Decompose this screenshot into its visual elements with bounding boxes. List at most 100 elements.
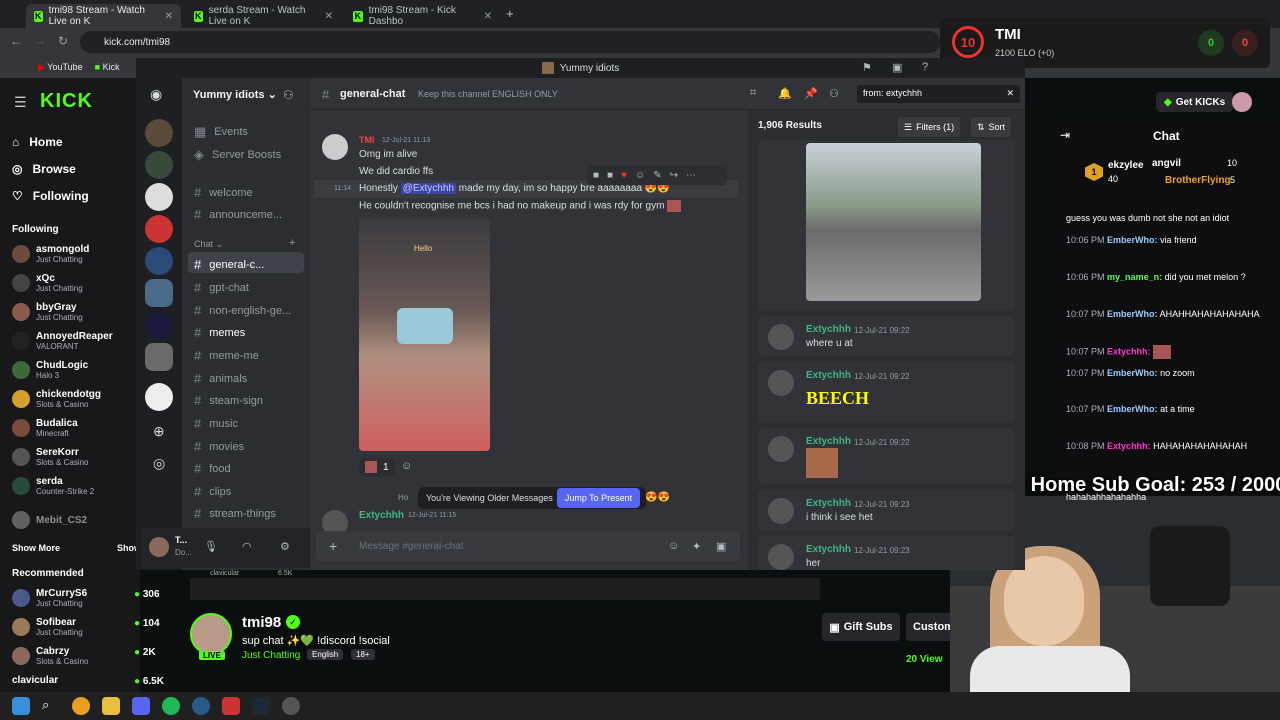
- channel-item[interactable]: # stream-things: [194, 506, 276, 521]
- search-input[interactable]: from: extychhh ✕: [857, 85, 1020, 103]
- add-reaction-icon[interactable]: ☺: [635, 170, 645, 181]
- back-icon[interactable]: ←: [10, 34, 22, 48]
- following-item[interactable]: ChudLogic Halo 3: [12, 360, 88, 380]
- add-server-icon[interactable]: ⊕: [153, 423, 165, 440]
- bookmark-youtube[interactable]: ▶ YouTube: [38, 62, 83, 73]
- discover-icon[interactable]: ◎: [153, 455, 165, 472]
- shield-icon[interactable]: [222, 697, 240, 715]
- reply-snippet[interactable]: Ho: [398, 493, 408, 502]
- bookmark-kick[interactable]: ■ Kick: [95, 62, 120, 72]
- streamer-avatar[interactable]: [190, 613, 232, 655]
- following-item[interactable]: serda Counter-Strike 2: [12, 476, 94, 496]
- steam-icon[interactable]: [252, 697, 270, 715]
- server-icon[interactable]: [145, 183, 173, 211]
- channel-item[interactable]: # food: [194, 461, 231, 476]
- search-result[interactable]: Extychhh 12-Jul-21 09:23 i think i see h…: [758, 490, 1014, 530]
- server-name[interactable]: Yummy idiots ⌄: [193, 88, 277, 101]
- search-result[interactable]: Extychhh 12-Jul-21 09:23 her: [758, 536, 1014, 570]
- channel-boosts[interactable]: ◈ Server Boosts: [194, 147, 281, 163]
- following-item[interactable]: SereKorr Slots & Casino: [12, 447, 88, 467]
- following-item[interactable]: bbyGray Just Chatting: [12, 302, 83, 322]
- gift-icon[interactable]: ▣: [716, 540, 726, 553]
- reaction-pill[interactable]: 1: [359, 458, 395, 476]
- close-icon[interactable]: ✕: [165, 11, 173, 22]
- streamer-name[interactable]: tmi98: [242, 614, 281, 631]
- search-result[interactable]: Extychhh 12-Jul-21 09:22: [758, 428, 1014, 484]
- channel-item[interactable]: # animals: [194, 371, 247, 386]
- channel-events[interactable]: ▦ Events: [194, 124, 248, 140]
- add-member-icon[interactable]: ⚇: [283, 88, 294, 102]
- headphones-icon[interactable]: ◠: [242, 540, 252, 553]
- clear-icon[interactable]: ✕: [1006, 88, 1014, 99]
- server-icon[interactable]: [145, 311, 173, 339]
- channel-item[interactable]: # music: [194, 416, 238, 431]
- recommended-item[interactable]: Cabrzy Slots & Casino: [12, 646, 88, 666]
- category-header[interactable]: Chat ⌄: [194, 239, 223, 250]
- close-icon[interactable]: ✕: [484, 11, 492, 22]
- more-icon[interactable]: ⋯: [686, 170, 696, 181]
- reload-icon[interactable]: ↻: [58, 34, 68, 48]
- channel-item[interactable]: # gpt-chat: [194, 280, 249, 295]
- user-avatar[interactable]: [149, 537, 169, 557]
- close-icon[interactable]: ✕: [325, 11, 333, 22]
- settings-icon[interactable]: ⚙: [280, 540, 290, 553]
- emoji-icon[interactable]: ☺: [668, 540, 679, 552]
- nav-following[interactable]: ♡ Following: [12, 189, 89, 203]
- channel-item[interactable]: # meme-me: [194, 348, 259, 363]
- tab-1[interactable]: Ktmi98 Stream - Watch Live on K ✕: [26, 4, 181, 28]
- members-icon[interactable]: ⚇: [829, 87, 839, 100]
- custom-button[interactable]: Custom: [906, 613, 950, 641]
- channel-welcome[interactable]: # welcome: [194, 185, 253, 200]
- mic-icon[interactable]: 🎙: [204, 540, 218, 553]
- new-tab-icon[interactable]: +: [506, 6, 514, 21]
- channel-item[interactable]: # memes: [194, 325, 245, 340]
- start-icon[interactable]: [12, 697, 30, 715]
- nav-browse[interactable]: ◎ Browse: [12, 162, 76, 176]
- folder-icon[interactable]: [102, 697, 120, 715]
- mention[interactable]: @Extychhh: [400, 183, 456, 194]
- apps-icon[interactable]: ✦: [692, 540, 701, 553]
- attach-icon[interactable]: +: [329, 538, 337, 554]
- server-icon[interactable]: [145, 215, 173, 243]
- message-author[interactable]: TMI: [359, 135, 375, 145]
- gift-subs-button[interactable]: ▣ Gift Subs: [822, 613, 900, 641]
- following-item[interactable]: chickendotgg Slots & Casino: [12, 389, 101, 409]
- add-reaction-icon[interactable]: ☺: [401, 460, 412, 472]
- user-avatar[interactable]: [1232, 92, 1252, 112]
- server-icon[interactable]: [145, 247, 173, 275]
- channel-item[interactable]: # movies: [194, 439, 244, 454]
- help-icon[interactable]: ?: [922, 61, 928, 73]
- following-item[interactable]: Budalica Minecraft: [12, 418, 78, 438]
- following-item[interactable]: asmongold Just Chatting: [12, 244, 89, 264]
- pin-icon[interactable]: 📌: [804, 87, 818, 100]
- collapse-chat-icon[interactable]: ⇥: [1060, 128, 1070, 142]
- tab-3[interactable]: Ktmi98 Stream - Kick Dashbo ✕: [345, 4, 500, 28]
- reaction-icon[interactable]: ■: [593, 170, 599, 181]
- heart-icon[interactable]: ♥: [621, 170, 627, 181]
- obs-icon[interactable]: [282, 697, 300, 715]
- kick-logo[interactable]: KICK: [40, 90, 93, 113]
- search-result[interactable]: Extychhh 12-Jul-21 09:22 BEECH: [758, 362, 1014, 422]
- message-author[interactable]: Extychhh: [359, 510, 404, 521]
- reply-icon[interactable]: ↪: [670, 170, 678, 181]
- discord-home-icon[interactable]: ◉: [150, 86, 162, 103]
- following-item[interactable]: Mebit_CS2: [12, 511, 87, 529]
- recommended-item[interactable]: clavicular: [12, 675, 58, 686]
- spotify-icon[interactable]: [162, 697, 180, 715]
- result-image[interactable]: [806, 143, 981, 301]
- search-icon[interactable]: ⌕: [42, 697, 60, 715]
- nav-home[interactable]: ⌂ Home: [12, 135, 63, 149]
- server-icon[interactable]: [145, 383, 173, 411]
- show-more-link[interactable]: Show More: [12, 543, 60, 553]
- get-kicks-button[interactable]: ◆ Get KICKs: [1156, 92, 1234, 112]
- channel-general-chat[interactable]: # general-c...: [194, 257, 264, 272]
- search-result[interactable]: Extychhh 12-Jul-21 09:22 where u at: [758, 316, 1014, 356]
- forward-icon[interactable]: →: [34, 34, 46, 48]
- tag-english[interactable]: English: [307, 649, 344, 660]
- following-item[interactable]: AnnoyedReaper VALORANT: [12, 331, 113, 351]
- app-icon[interactable]: [192, 697, 210, 715]
- chrome-icon[interactable]: [72, 697, 90, 715]
- screen-icon[interactable]: ▣: [892, 61, 902, 74]
- following-item[interactable]: xQc Just Chatting: [12, 273, 83, 293]
- add-channel-icon[interactable]: +: [289, 237, 295, 249]
